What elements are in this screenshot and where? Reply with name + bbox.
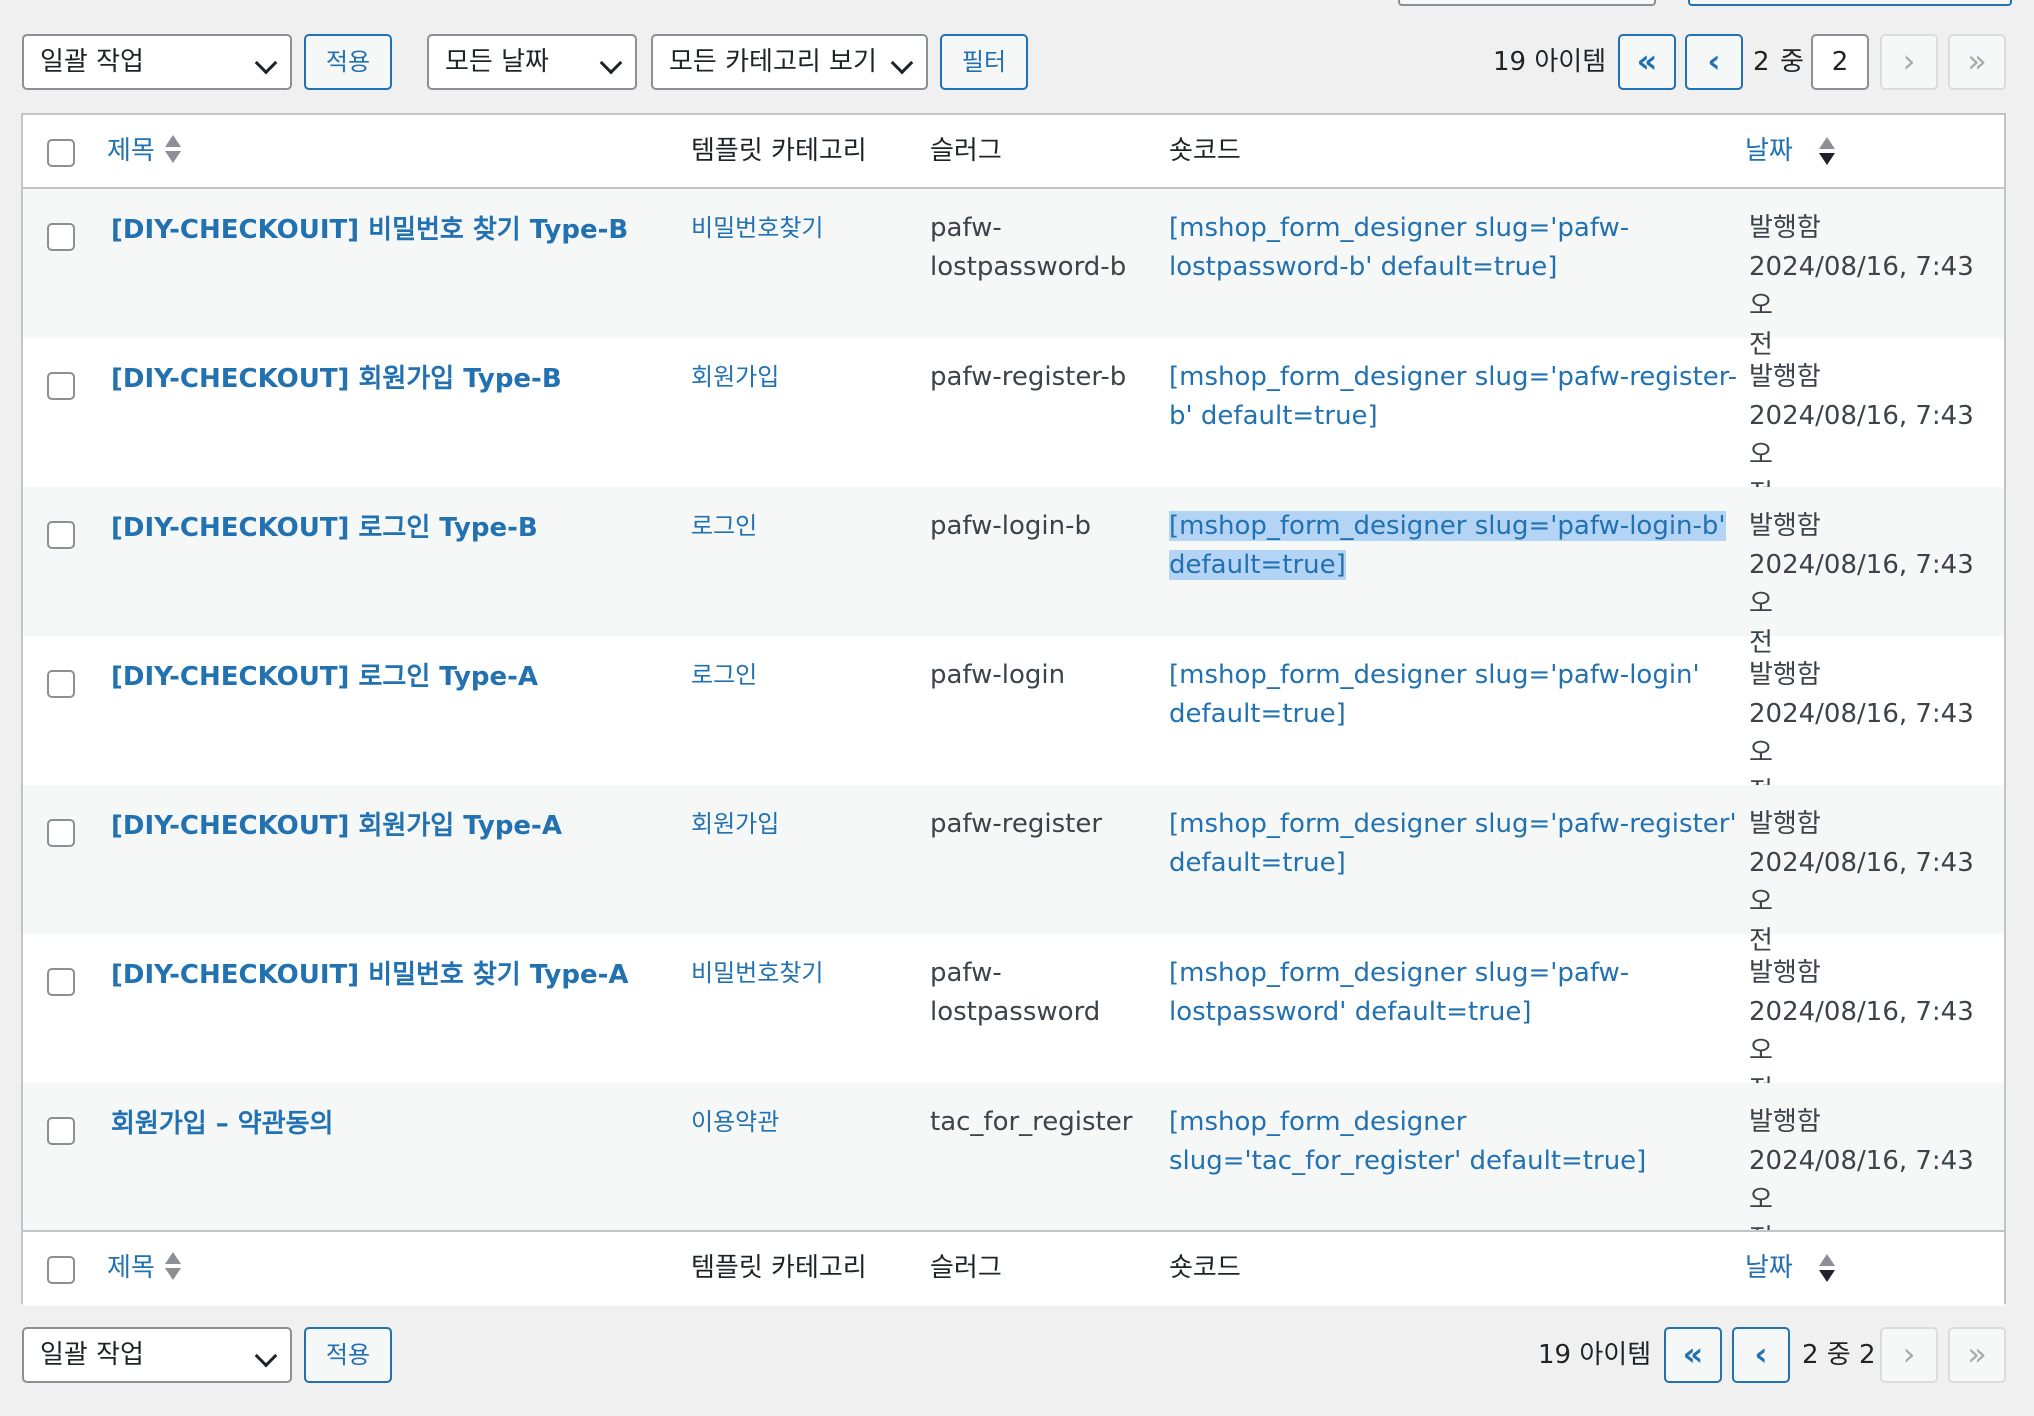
prev-page-button-bottom[interactable]: ‹ xyxy=(1732,1327,1790,1383)
date-filter-select[interactable]: 모든 날짜 xyxy=(427,34,637,90)
column-slug: 슬러그 xyxy=(930,136,1002,166)
filter-button[interactable]: 필터 xyxy=(940,34,1028,90)
tablenav-bottom: 일괄 작업 적용 19 아이템 « ‹ 2 중 2 › » xyxy=(0,1327,2034,1387)
row-checkbox[interactable] xyxy=(47,1117,75,1145)
row-shortcode: [mshop_form_designer slug='pafw-lostpass… xyxy=(1169,958,1630,1027)
row-category-link[interactable]: 비밀번호찾기 xyxy=(691,954,823,993)
column-slug-footer: 슬러그 xyxy=(930,1253,1002,1283)
row-shortcode-selected: [mshop_form_designer slug='pafw-login-b'… xyxy=(1169,511,1726,580)
current-page-label: 2 xyxy=(1753,47,1770,77)
row-checkbox[interactable] xyxy=(47,968,75,996)
row-shortcode: [mshop_form_designer slug='pafw-register… xyxy=(1169,362,1738,431)
last-page-button-bottom: » xyxy=(1948,1327,2006,1383)
date-filter-value: 모든 날짜 xyxy=(445,47,549,77)
row-shortcode: [mshop_form_designer slug='pafw-register… xyxy=(1169,809,1737,878)
column-category: 템플릿 카테고리 xyxy=(691,136,867,166)
table-row: [DIY-CHECKOUT] 회원가입 Type-B 회원가입 pafw-reg… xyxy=(23,338,2004,509)
row-checkbox[interactable] xyxy=(47,670,75,698)
column-shortcode: 숏코드 xyxy=(1169,136,1241,166)
table-row: [DIY-CHECKOUT] 로그인 Type-A 로그인 pafw-login… xyxy=(23,636,2004,807)
table-row: [DIY-CHECKOUT] 로그인 Type-B 로그인 pafw-login… xyxy=(23,487,2004,658)
table-footer: 제목 템플릿 카테고리 슬러그 숏코드 날짜 xyxy=(23,1230,2004,1306)
apply-button-bottom[interactable]: 적용 xyxy=(304,1327,392,1383)
row-title-link[interactable]: [DIY-CHECKOUT] 회원가입 Type-A xyxy=(111,807,562,846)
table-row: [DIY-CHECKOUIT] 비밀번호 찾기 Type-A 비밀번호찾기 pa… xyxy=(23,934,2004,1105)
chevron-down-icon xyxy=(254,1344,278,1368)
templates-table: 제목 템플릿 카테고리 슬러그 숏코드 날짜 [DIY-CHECKOUIT] 비… xyxy=(21,113,2006,1306)
category-filter-select[interactable]: 모든 카테고리 보기 xyxy=(651,34,928,90)
next-page-button: › xyxy=(1880,34,1938,90)
chevron-down-icon xyxy=(599,51,623,75)
row-slug: pafw-register-b xyxy=(930,362,1127,392)
row-checkbox[interactable] xyxy=(47,223,75,251)
last-page-button: » xyxy=(1948,34,2006,90)
row-slug: pafw-lostpassword-b xyxy=(930,213,1127,282)
row-category-link[interactable]: 로그인 xyxy=(691,656,757,695)
item-count: 19 아이템 xyxy=(1493,47,1607,77)
next-page-button-bottom: › xyxy=(1880,1327,1938,1383)
row-title-link[interactable]: [DIY-CHECKOUIT] 비밀번호 찾기 Type-B xyxy=(111,211,628,250)
current-page-input[interactable]: 2 xyxy=(1811,34,1869,90)
table-row: 회원가입 – 약관동의 이용약관 tac_for_register [mshop… xyxy=(23,1083,2004,1254)
first-page-button-bottom[interactable]: « xyxy=(1664,1327,1722,1383)
row-checkbox[interactable] xyxy=(47,521,75,549)
table-row: [DIY-CHECKOUIT] 비밀번호 찾기 Type-B 비밀번호찾기 pa… xyxy=(23,189,2004,360)
bulk-action-value: 일괄 작업 xyxy=(40,47,144,77)
page-text-bottom: 2 중 2 xyxy=(1802,1340,1876,1370)
column-title-sort[interactable]: 제목 xyxy=(107,131,155,171)
prev-page-button[interactable]: ‹ xyxy=(1685,34,1743,90)
column-date-sort[interactable]: 날짜 xyxy=(1745,131,1793,171)
row-slug: pafw-login-b xyxy=(930,511,1092,541)
row-category-link[interactable]: 회원가입 xyxy=(691,358,779,397)
apply-button[interactable]: 적용 xyxy=(304,34,392,90)
column-category-footer: 템플릿 카테고리 xyxy=(691,1253,867,1283)
sort-desc-icon xyxy=(1819,1254,1835,1284)
sort-desc-icon xyxy=(1819,137,1835,167)
tablenav-top: 일괄 작업 적용 모든 날짜 모든 카테고리 보기 필터 19 아이템 « ‹ … xyxy=(0,34,2034,94)
row-title-link[interactable]: [DIY-CHECKOUIT] 비밀번호 찾기 Type-A xyxy=(111,956,629,995)
column-title-sort-footer[interactable]: 제목 xyxy=(107,1248,155,1288)
row-slug: tac_for_register xyxy=(930,1107,1133,1137)
row-slug: pafw-lostpassword xyxy=(930,958,1101,1027)
bulk-action-value: 일괄 작업 xyxy=(40,1340,144,1370)
item-count-bottom: 19 아이템 xyxy=(1538,1340,1652,1370)
top-button-stub-right xyxy=(1688,0,2012,6)
top-button-stub-left xyxy=(1398,0,1656,6)
row-title-link[interactable]: 회원가입 – 약관동의 xyxy=(111,1105,333,1144)
first-page-button[interactable]: « xyxy=(1618,34,1676,90)
row-category-link[interactable]: 비밀번호찾기 xyxy=(691,209,823,248)
row-title-link[interactable]: [DIY-CHECKOUT] 로그인 Type-B xyxy=(111,509,538,548)
bulk-action-select-bottom[interactable]: 일괄 작업 xyxy=(22,1327,292,1383)
row-slug: pafw-login xyxy=(930,660,1066,690)
table-row: [DIY-CHECKOUT] 회원가입 Type-A 회원가입 pafw-reg… xyxy=(23,785,2004,956)
row-category-link[interactable]: 회원가입 xyxy=(691,805,779,844)
select-all-checkbox[interactable] xyxy=(47,139,75,167)
row-category-link[interactable]: 로그인 xyxy=(691,507,757,546)
select-all-checkbox-footer[interactable] xyxy=(47,1256,75,1284)
sort-icon xyxy=(165,1252,181,1282)
of-label: 중 xyxy=(1780,47,1804,77)
table-header: 제목 템플릿 카테고리 슬러그 숏코드 날짜 xyxy=(23,115,2004,189)
row-title-link[interactable]: [DIY-CHECKOUT] 회원가입 Type-B xyxy=(111,360,562,399)
row-category-link[interactable]: 이용약관 xyxy=(691,1103,779,1142)
column-shortcode-footer: 숏코드 xyxy=(1169,1253,1241,1283)
row-shortcode: [mshop_form_designer slug='pafw-login' de… xyxy=(1169,660,1700,729)
row-title-link[interactable]: [DIY-CHECKOUT] 로그인 Type-A xyxy=(111,658,538,697)
column-date-sort-footer[interactable]: 날짜 xyxy=(1745,1248,1793,1288)
row-checkbox[interactable] xyxy=(47,819,75,847)
category-filter-value: 모든 카테고리 보기 xyxy=(669,47,877,77)
chevron-down-icon xyxy=(890,51,914,75)
row-checkbox[interactable] xyxy=(47,372,75,400)
row-shortcode: [mshop_form_designer slug='tac_for_regist… xyxy=(1169,1107,1647,1176)
sort-icon xyxy=(165,135,181,165)
bulk-action-select[interactable]: 일괄 작업 xyxy=(22,34,292,90)
chevron-down-icon xyxy=(254,51,278,75)
row-shortcode: [mshop_form_designer slug='pafw-lostpass… xyxy=(1169,213,1630,282)
row-slug: pafw-register xyxy=(930,809,1103,839)
